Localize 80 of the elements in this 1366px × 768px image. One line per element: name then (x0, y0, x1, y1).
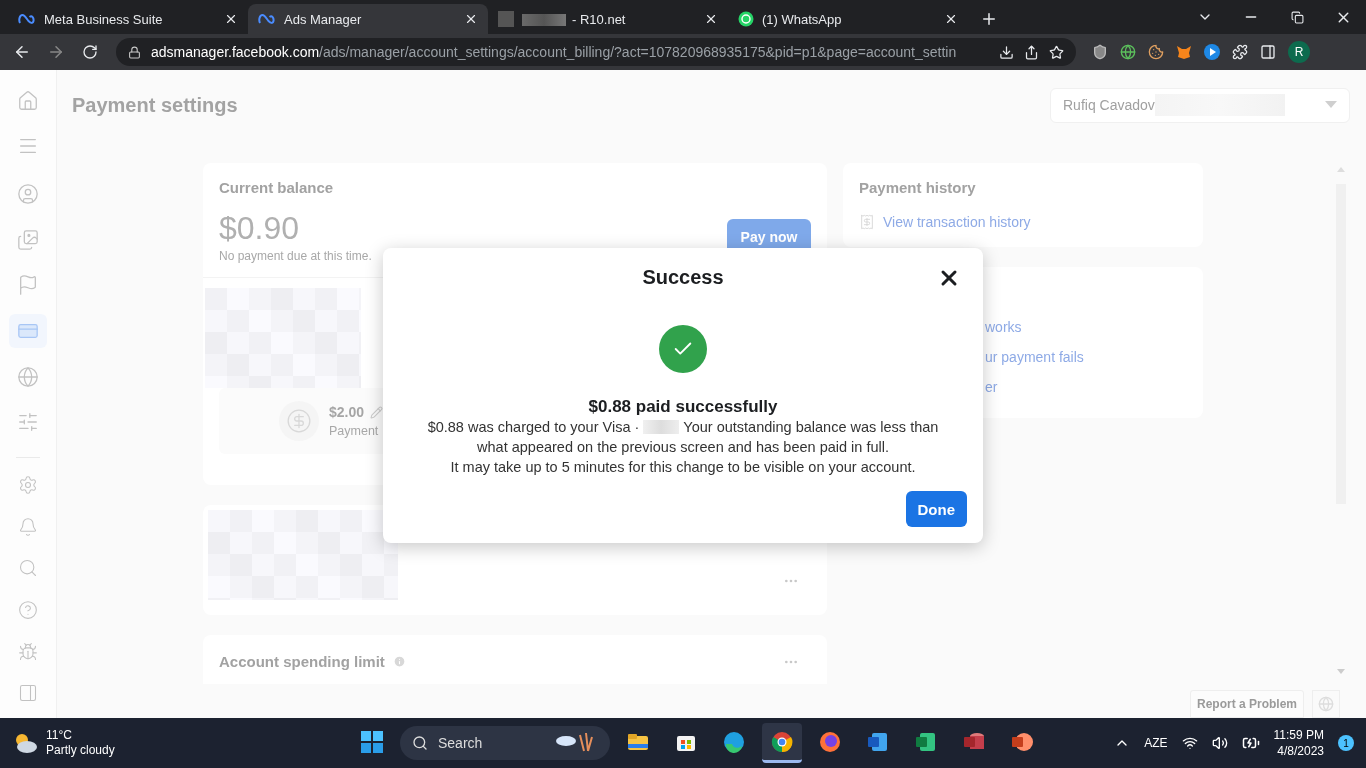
volume-icon[interactable] (1211, 735, 1228, 751)
install-icon[interactable] (999, 44, 1014, 60)
new-tab-icon[interactable] (980, 10, 998, 28)
info-icon (392, 655, 406, 668)
forward-icon[interactable] (47, 43, 65, 61)
share-icon[interactable] (1024, 44, 1039, 60)
settings-icon (18, 474, 38, 495)
chat-bubble-icon (738, 11, 754, 27)
firefox-browser-icon (818, 729, 842, 754)
browser-tab[interactable]: Meta Business Suite (8, 4, 248, 34)
balance-amount: $0.90 (219, 210, 301, 247)
wifi-icon[interactable] (1181, 735, 1198, 751)
search-icon (412, 735, 428, 751)
clock[interactable]: 11:59 PM 4/8/2023 (1273, 727, 1324, 759)
balance-note: No payment due at this time. (219, 249, 372, 263)
threshold-label: Payment (329, 424, 380, 438)
weather-condition: Partly cloudy (46, 743, 115, 758)
taskbar-search[interactable]: Search (400, 726, 610, 760)
meta-logo-icon (258, 13, 276, 25)
fox-icon[interactable] (1176, 44, 1192, 60)
back-icon[interactable] (13, 43, 31, 61)
threshold-amount: $2.00 (329, 404, 365, 420)
windows-logo-icon (361, 730, 383, 753)
browser-tab[interactable]: - R10.net (488, 4, 728, 34)
close-icon[interactable] (464, 12, 478, 26)
meta-logo-icon (18, 13, 36, 25)
receipt-icon (859, 214, 875, 230)
profile-avatar[interactable]: R (1288, 41, 1310, 63)
home-icon (17, 89, 39, 112)
caret-icon (1325, 101, 1337, 109)
cookie-icon[interactable] (1148, 44, 1164, 60)
reload-icon[interactable] (82, 44, 98, 60)
language-indicator[interactable]: AZE (1144, 736, 1168, 750)
temperature: 11°C (46, 728, 73, 743)
close-icon[interactable] (944, 12, 958, 26)
dialog-title: Success (642, 266, 724, 289)
play-circle-icon[interactable] (1204, 44, 1220, 60)
chrome-browser-icon (770, 729, 794, 754)
sliders-icon (17, 411, 39, 434)
bookmark-star-icon[interactable] (1049, 44, 1064, 60)
globe-icon (1318, 696, 1334, 712)
browser-tab[interactable]: Ads Manager (248, 4, 488, 34)
shield-icon[interactable] (1092, 44, 1108, 60)
card-title: Payment history (859, 179, 977, 196)
help-icon (18, 599, 38, 620)
globe-extension-icon[interactable] (1120, 44, 1136, 60)
flag-icon (17, 274, 39, 297)
dollar-icon (286, 408, 312, 434)
address-bar[interactable]: adsmanager.facebook.com/ads/manager/account_settings/account_billing/?act=107820968935175&pid=p1&page=account_settin (116, 38, 1076, 66)
blurred-favicon (498, 11, 514, 27)
page-title: Payment settings (72, 93, 238, 117)
card-title: Account spending limit (219, 653, 385, 670)
restore-icon[interactable] (1290, 10, 1304, 24)
blurred-text (522, 14, 566, 27)
avatar-icon (17, 183, 39, 206)
card-title: Current balance (219, 179, 335, 196)
edge-browser-icon (722, 729, 746, 754)
dialog-text: It may take up to 5 minutes for this change to be visible on your account. (450, 458, 916, 477)
dialog-text: $0.88 was charged to your Visa · (427, 418, 640, 437)
blurred-digits (643, 420, 680, 434)
done-button[interactable]: Done (905, 491, 967, 527)
side-panel-icon[interactable] (1260, 44, 1276, 60)
browser-tab[interactable]: (1) WhatsApp (728, 4, 968, 34)
globe-icon (17, 365, 39, 388)
dialog-heading: $0.88 paid successfully (588, 397, 778, 417)
close-icon[interactable] (704, 12, 718, 26)
close-icon[interactable] (224, 12, 238, 26)
extensions-icon[interactable] (1232, 44, 1248, 60)
lock-icon (128, 45, 141, 59)
dialog-text: Your outstanding balance was less than (683, 418, 939, 437)
success-check-icon (659, 325, 707, 373)
bell-icon (18, 516, 38, 537)
notification-badge[interactable]: 1 (1338, 735, 1354, 751)
taskbar-app[interactable] (762, 723, 802, 763)
images-icon (17, 228, 39, 251)
bug-icon (18, 641, 38, 662)
dialog-text: what appeared on the previous screen and has been paid in full. (477, 438, 889, 457)
search-icon (18, 558, 38, 579)
panel-icon (18, 683, 38, 704)
url-text: adsmanager.facebook.com/ads/manager/account_settings/account_billing/?act=107820968935175&pid=p1&page=account_settin (151, 44, 958, 60)
